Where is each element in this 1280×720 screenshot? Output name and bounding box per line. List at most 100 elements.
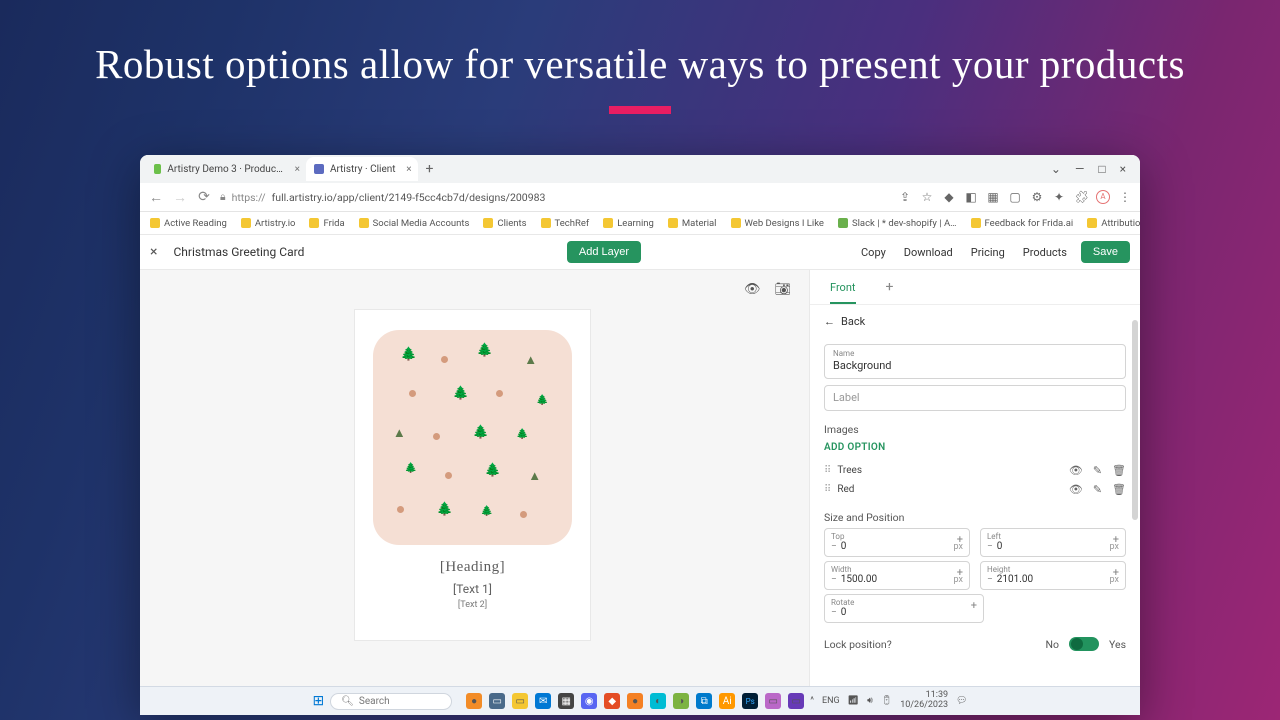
tab-front[interactable]: Front bbox=[830, 281, 856, 304]
width-field[interactable]: Width −1500.00px + bbox=[824, 561, 970, 590]
eye-icon[interactable]: 👁︎ bbox=[1069, 464, 1083, 477]
eye-icon[interactable]: 👁︎ bbox=[744, 282, 761, 297]
app-icon[interactable]: Ps bbox=[742, 693, 758, 709]
app-icon[interactable]: ▭ bbox=[788, 693, 804, 709]
bookmark[interactable]: Attribution App bbox=[1087, 218, 1140, 229]
eye-icon[interactable]: 👁︎ bbox=[1069, 483, 1083, 496]
plus-icon[interactable]: + bbox=[957, 566, 963, 579]
close-design-icon[interactable]: × bbox=[150, 244, 157, 260]
download-link[interactable]: Download bbox=[904, 246, 953, 259]
app-icon[interactable]: ◑ bbox=[673, 693, 689, 709]
share-icon[interactable]: ⇪ bbox=[898, 190, 912, 204]
maximize-icon[interactable]: □ bbox=[1098, 162, 1105, 176]
app-icon[interactable]: ▭ bbox=[489, 693, 505, 709]
height-field[interactable]: Height −2101.00px + bbox=[980, 561, 1126, 590]
app-icon[interactable]: ⧉ bbox=[696, 693, 712, 709]
design-card[interactable]: 🌲 🌲 ▲ 🌲 🌲 ▲ 🌲 🌲 🌲 🌲 bbox=[355, 310, 590, 640]
delete-icon[interactable]: 🗑︎ bbox=[1112, 483, 1126, 496]
app-icon[interactable]: ▦ bbox=[558, 693, 574, 709]
puzzle-icon[interactable]: 🧩︎ bbox=[1074, 190, 1088, 204]
chevron-up-icon[interactable]: ^ bbox=[810, 696, 814, 706]
extension-icon[interactable]: ◆ bbox=[942, 190, 956, 204]
drag-handle-icon[interactable]: ⠿ bbox=[824, 465, 829, 476]
minus-icon[interactable]: − bbox=[987, 574, 993, 585]
left-field[interactable]: Left −0px + bbox=[980, 528, 1126, 557]
bookmark[interactable]: Material bbox=[668, 218, 717, 229]
app-icon[interactable]: ◉ bbox=[581, 693, 597, 709]
back-icon[interactable]: ← bbox=[148, 189, 164, 206]
copy-link[interactable]: Copy bbox=[861, 246, 886, 259]
card-text-2[interactable]: [Text 2] bbox=[373, 600, 572, 610]
browser-tab[interactable]: Artistry · Client × bbox=[306, 157, 418, 181]
plus-icon[interactable]: + bbox=[1113, 533, 1119, 546]
image-option-row[interactable]: ⠿ Trees 👁︎ ✎ 🗑︎ bbox=[810, 461, 1140, 480]
app-icon[interactable]: ● bbox=[466, 693, 482, 709]
notifications-icon[interactable]: 💬︎ bbox=[956, 696, 967, 706]
minus-icon[interactable]: − bbox=[831, 541, 837, 552]
gear-icon[interactable]: ⚙ bbox=[1030, 190, 1044, 204]
volume-icon[interactable]: 🔊︎ bbox=[867, 696, 873, 706]
drag-handle-icon[interactable]: ⠿ bbox=[824, 484, 829, 495]
top-field[interactable]: Top −0px + bbox=[824, 528, 970, 557]
bookmark[interactable]: Slack | * dev-shopify | A… bbox=[838, 218, 957, 229]
extension-icon[interactable]: ▢ bbox=[1008, 190, 1022, 204]
bookmark[interactable]: Learning bbox=[603, 218, 654, 229]
edit-icon[interactable]: ✎ bbox=[1093, 464, 1102, 477]
forward-icon[interactable]: → bbox=[172, 189, 188, 206]
pricing-link[interactable]: Pricing bbox=[971, 246, 1005, 259]
close-icon[interactable]: × bbox=[406, 164, 411, 175]
star-icon[interactable]: ☆ bbox=[920, 190, 934, 204]
chevron-down-icon[interactable]: ⌄ bbox=[1051, 162, 1061, 176]
add-layer-button[interactable]: Add Layer bbox=[567, 241, 641, 263]
language-indicator[interactable]: ENG bbox=[822, 696, 840, 706]
bookmark[interactable]: Active Reading bbox=[150, 218, 227, 229]
bookmark[interactable]: Web Designs I Like bbox=[731, 218, 824, 229]
profile-icon[interactable]: A bbox=[1096, 190, 1110, 204]
new-tab-icon[interactable]: + bbox=[426, 161, 434, 177]
plus-icon[interactable]: + bbox=[957, 533, 963, 546]
app-icon[interactable]: Ai bbox=[719, 693, 735, 709]
browser-tab[interactable]: Artistry Demo 3 · Products · Shopify × bbox=[146, 157, 306, 181]
wifi-icon[interactable]: 📶︎ bbox=[848, 696, 859, 706]
extension-icon[interactable]: ▦ bbox=[986, 190, 1000, 204]
bookmark[interactable]: Artistry.io bbox=[241, 218, 296, 229]
minus-icon[interactable]: − bbox=[987, 541, 993, 552]
close-icon[interactable]: × bbox=[1120, 162, 1126, 176]
taskbar-search[interactable]: 🔍︎ Search bbox=[330, 693, 452, 710]
name-field[interactable]: Name Background bbox=[824, 344, 1126, 379]
menu-icon[interactable]: ⋮ bbox=[1118, 190, 1132, 204]
delete-icon[interactable]: 🗑︎ bbox=[1112, 464, 1126, 477]
extension-icon[interactable]: ◧ bbox=[964, 190, 978, 204]
app-icon[interactable]: ◆ bbox=[604, 693, 620, 709]
app-icon[interactable]: ▭ bbox=[765, 693, 781, 709]
battery-icon[interactable]: 🔋︎ bbox=[881, 696, 892, 706]
save-button[interactable]: Save bbox=[1081, 241, 1130, 263]
bookmark[interactable]: Frida bbox=[309, 218, 344, 229]
lock-toggle[interactable] bbox=[1069, 637, 1099, 651]
minus-icon[interactable]: − bbox=[831, 574, 837, 585]
plus-icon[interactable]: + bbox=[971, 599, 977, 612]
add-option-button[interactable]: ADD OPTION bbox=[824, 442, 1126, 453]
image-option-row[interactable]: ⠿ Red 👁︎ ✎ 🗑︎ bbox=[810, 480, 1140, 499]
back-link[interactable]: ← Back bbox=[810, 305, 1140, 338]
card-text-1[interactable]: [Text 1] bbox=[373, 582, 572, 596]
reload-icon[interactable]: ⟳ bbox=[196, 189, 212, 205]
bookmark[interactable]: Feedback for Frida.ai bbox=[971, 218, 1074, 229]
app-icon[interactable]: ▭ bbox=[512, 693, 528, 709]
products-link[interactable]: Products bbox=[1023, 246, 1067, 259]
app-icon[interactable]: ✉ bbox=[535, 693, 551, 709]
bookmark[interactable]: TechRef bbox=[541, 218, 590, 229]
add-tab-icon[interactable]: + bbox=[886, 279, 894, 295]
minimize-icon[interactable]: — bbox=[1075, 162, 1084, 176]
app-icon[interactable]: ◐ bbox=[650, 693, 666, 709]
scrollbar[interactable] bbox=[1132, 320, 1138, 520]
close-icon[interactable]: × bbox=[295, 164, 300, 175]
url-bar[interactable]: 🔒︎ https://full.artistry.io/app/client/2… bbox=[220, 190, 890, 204]
minus-icon[interactable]: − bbox=[831, 607, 837, 618]
windows-start-icon[interactable]: ⊞ bbox=[312, 693, 324, 709]
bookmark[interactable]: Social Media Accounts bbox=[359, 218, 470, 229]
app-icon[interactable]: ● bbox=[627, 693, 643, 709]
rotate-field[interactable]: Rotate −0 + bbox=[824, 594, 984, 623]
camera-icon[interactable]: 📷︎ bbox=[774, 282, 791, 297]
label-field[interactable]: Label bbox=[824, 385, 1126, 411]
